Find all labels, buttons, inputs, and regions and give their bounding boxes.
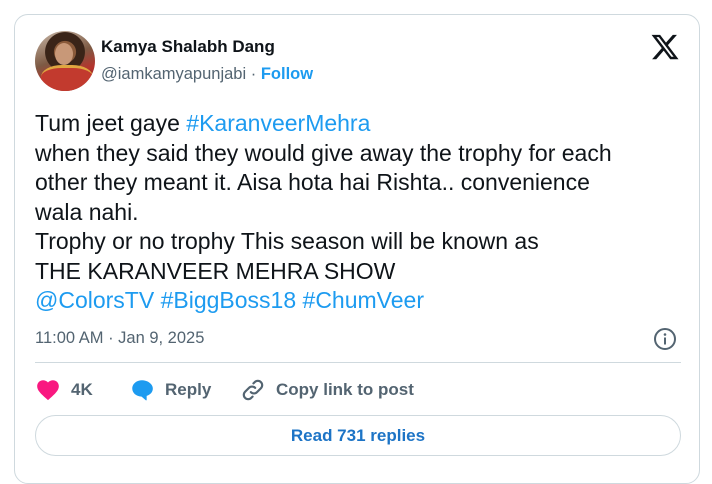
author-handle-row: @iamkamyapunjabi · Follow: [101, 65, 313, 84]
tweet-text: Tum jeet gaye #KaranveerMehra when they s…: [35, 109, 685, 316]
author-handle[interactable]: @iamkamyapunjabi: [101, 65, 246, 83]
read-replies-button[interactable]: Read 731 replies: [35, 415, 681, 456]
author-name[interactable]: Kamya Shalabh Dang: [101, 37, 275, 57]
tweet-text-segment: wala nahi.: [35, 198, 139, 225]
hashtag-link[interactable]: #KaranveerMehra: [186, 110, 370, 136]
like-count: 4K: [71, 380, 93, 399]
tweet-text-segment: Tum jeet gaye: [35, 110, 187, 136]
tweet-text-segment: when they said they would give away the …: [35, 139, 612, 166]
reply-button[interactable]: Reply: [129, 375, 211, 405]
divider: [35, 362, 681, 363]
handle-separator: ·: [246, 65, 261, 83]
info-icon[interactable]: [653, 327, 677, 351]
avatar-outfit: [41, 65, 93, 91]
tweet-card: Kamya Shalabh Dang @iamkamyapunjabi · Fo…: [14, 14, 700, 484]
avatar-face: [55, 43, 73, 65]
mention-link[interactable]: @ColorsTV: [35, 287, 154, 313]
action-bar: 4K Reply Copy link to post: [35, 375, 681, 405]
tweet-text-segment: THE KARANVEER MEHRA SHOW: [35, 257, 396, 284]
tweet-text-segment: Trophy or no trophy This season will be …: [35, 228, 539, 254]
like-button[interactable]: 4K: [35, 375, 93, 405]
copy-link-button[interactable]: Copy link to post: [240, 375, 414, 405]
x-logo-icon[interactable]: [650, 32, 680, 62]
reply-label: Reply: [165, 380, 212, 399]
tweet-timestamp[interactable]: 11:00 AM · Jan 9, 2025: [35, 329, 204, 348]
avatar[interactable]: [35, 31, 95, 91]
tweet-line: Trophy or no trophy This season will be …: [35, 227, 685, 257]
tweet-line: when they said they would give away the …: [35, 139, 685, 169]
link-icon: [242, 379, 264, 401]
tweet-line: wala nahi.: [35, 198, 685, 228]
hashtag-link[interactable]: #BiggBoss18: [161, 287, 297, 313]
heart-icon: [37, 380, 59, 401]
tweet-line: THE KARANVEER MEHRA SHOW: [35, 257, 685, 287]
copy-link-label: Copy link to post: [276, 380, 414, 399]
tweet-text-segment: other they meant it. Aisa hota hai Risht…: [35, 169, 590, 195]
follow-button[interactable]: Follow: [261, 65, 313, 83]
tweet-line: @ColorsTV #BiggBoss18 #ChumVeer: [35, 286, 685, 316]
hashtag-link[interactable]: #ChumVeer: [303, 287, 424, 313]
tweet-line: Tum jeet gaye #KaranveerMehra: [35, 109, 685, 139]
reply-bubble-icon: [132, 380, 153, 401]
tweet-line: other they meant it. Aisa hota hai Risht…: [35, 168, 685, 198]
